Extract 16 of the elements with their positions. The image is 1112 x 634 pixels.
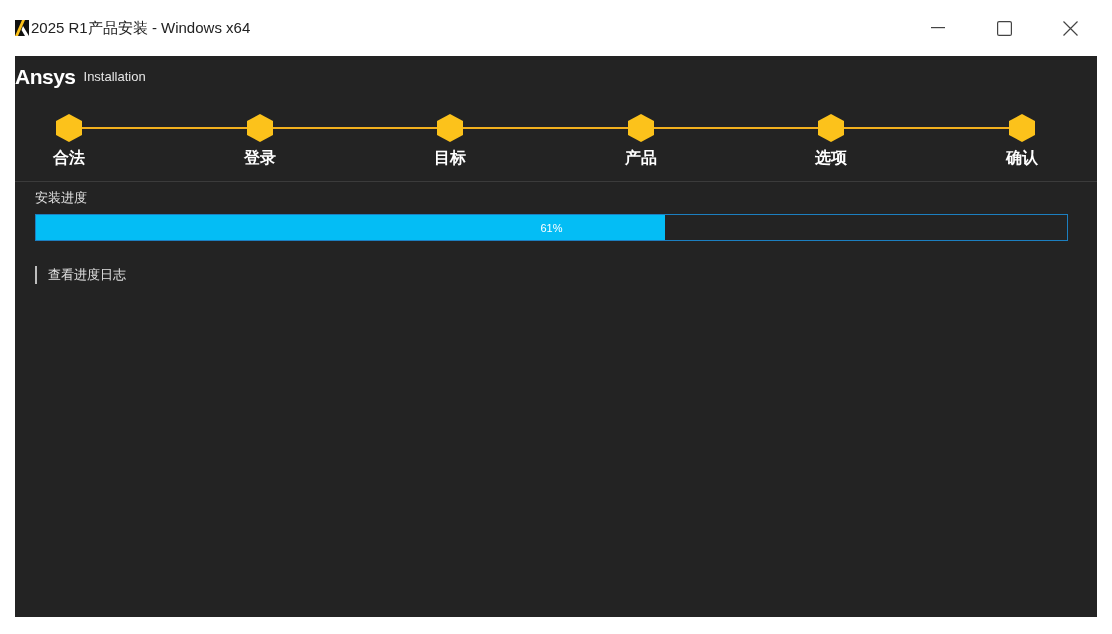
progress-percent: 61% [540,222,563,233]
maximize-icon [996,20,1012,36]
app-logo-icon [15,20,29,36]
step-label: 选项 [815,149,848,167]
header-subtitle: Installation [83,69,146,83]
step-label: 登录 [243,149,276,167]
window-title: 2025 R1产品安装 - Windows x64 [31,17,251,38]
close-icon [1062,20,1078,36]
view-log-link[interactable]: 查看进度日志 [35,266,126,284]
progress-label: 安装进度 [35,190,87,206]
step-label: 产品 [624,149,657,167]
step-label: 合法 [53,149,85,167]
step-label: 目标 [434,149,467,167]
brand-logo: Ansys [15,65,76,87]
step-label: 确认 [1005,149,1038,167]
minimize-icon [931,27,945,29]
